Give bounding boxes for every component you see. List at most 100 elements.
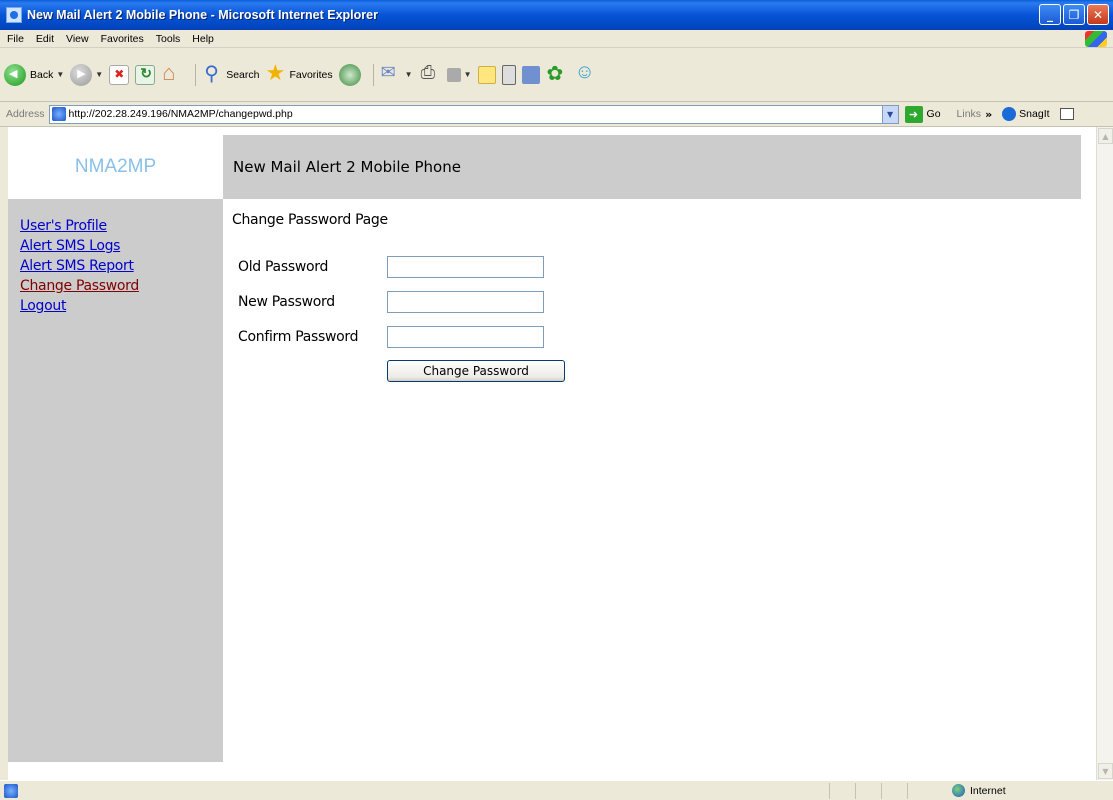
page-icon (51, 107, 66, 121)
web-page: NMA2MP New Mail Alert 2 Mobile Phone Use… (8, 130, 1081, 780)
refresh-icon (135, 64, 156, 85)
page-status-icon (4, 783, 18, 798)
snagit-icon (1002, 107, 1017, 121)
close-button[interactable]: ✕ (1087, 4, 1109, 25)
history-icon (338, 63, 361, 86)
menu-file[interactable]: File (0, 33, 29, 45)
status-panel (881, 783, 907, 799)
sticky-note-icon (477, 65, 496, 84)
new-password-input[interactable] (387, 291, 544, 313)
address-bar: Address http://202.28.249.196/NMA2MP/cha… (0, 102, 1113, 127)
phone-button[interactable] (501, 64, 516, 85)
address-dropdown-icon[interactable]: ▼ (881, 105, 898, 123)
favorites-label: Favorites (289, 68, 333, 81)
sidebar-item-alert-sms-logs[interactable]: Alert SMS Logs (20, 236, 223, 256)
forward-button[interactable]: ▼ (70, 63, 103, 86)
links-chevron-icon[interactable]: » (985, 108, 992, 121)
back-label: Back (30, 68, 54, 81)
old-password-input[interactable] (387, 256, 544, 278)
edit-page-icon (446, 67, 461, 82)
go-button[interactable]: ➜ Go (904, 105, 941, 123)
new-password-label: New Password (238, 294, 335, 310)
mobile-phone-icon (501, 64, 516, 85)
go-arrow-icon: ➜ (904, 105, 923, 123)
ie-page-icon (6, 7, 22, 23)
minimize-button[interactable]: _ (1039, 4, 1061, 25)
back-button[interactable]: Back ▼ (4, 63, 64, 86)
print-button[interactable] (419, 62, 441, 86)
window-title: New Mail Alert 2 Mobile Phone - Microsof… (27, 8, 378, 22)
mail-button[interactable]: ▼ (380, 62, 413, 86)
menu-edit[interactable]: Edit (29, 33, 59, 45)
edit-dropdown-icon[interactable]: ▼ (464, 70, 472, 79)
go-label: Go (926, 108, 941, 120)
menu-favorites[interactable]: Favorites (94, 33, 149, 45)
stop-button[interactable] (109, 64, 130, 85)
scroll-down-icon[interactable]: ▼ (1098, 763, 1113, 779)
history-button[interactable] (338, 63, 361, 86)
sidebar-item-users-profile[interactable]: User's Profile (20, 216, 223, 236)
research-icon (521, 65, 540, 84)
address-label: Address (6, 108, 45, 120)
status-bar: Internet (0, 780, 1113, 800)
mail-dropdown-icon[interactable]: ▼ (405, 70, 413, 79)
confirm-password-label: Confirm Password (238, 329, 359, 345)
status-panel (855, 783, 881, 799)
sidebar-item-alert-sms-report[interactable]: Alert SMS Report (20, 256, 223, 276)
sidebar-nav: User's Profile Alert SMS Logs Alert SMS … (8, 199, 223, 762)
menu-help[interactable]: Help (185, 33, 219, 45)
search-button[interactable]: Search (202, 61, 260, 86)
icq-button[interactable] (546, 61, 568, 86)
scroll-up-icon[interactable]: ▲ (1098, 128, 1113, 144)
search-label: Search (226, 68, 260, 81)
messenger-icon (574, 61, 596, 86)
sidebar-item-change-password[interactable]: Change Password (20, 276, 223, 296)
forward-dropdown-icon[interactable]: ▼ (95, 70, 103, 79)
maximize-button[interactable]: ❐ (1063, 4, 1085, 25)
new-password-row: New Password (238, 291, 544, 313)
window-titlebar[interactable]: New Mail Alert 2 Mobile Phone - Microsof… (0, 0, 1113, 30)
status-panels (829, 783, 933, 799)
research-button[interactable] (521, 65, 540, 84)
snagit-button[interactable]: SnagIt (1002, 107, 1050, 121)
confirm-password-input[interactable] (387, 326, 544, 348)
sidebar-item-logout[interactable]: Logout (20, 296, 223, 316)
favorites-button[interactable]: Favorites (265, 60, 333, 86)
toolbar-divider (372, 63, 374, 86)
status-panel (829, 783, 855, 799)
mail-icon (380, 62, 402, 86)
back-dropdown-icon[interactable]: ▼ (56, 70, 64, 79)
refresh-button[interactable] (135, 64, 156, 85)
window-controls: _ ❐ ✕ (1039, 4, 1109, 25)
security-zone: Internet (952, 784, 1006, 797)
vertical-scrollbar[interactable]: ▲ ▼ (1096, 127, 1113, 780)
favorites-star-icon (265, 60, 287, 86)
main-content: Change Password Page Old Password New Pa… (223, 199, 1081, 762)
address-url[interactable]: http://202.28.249.196/NMA2MP/changepwd.p… (69, 108, 293, 120)
confirm-password-row: Confirm Password (238, 326, 544, 348)
old-password-label: Old Password (238, 259, 329, 275)
home-button[interactable] (161, 60, 183, 86)
snagit-capture-icon[interactable] (1059, 108, 1074, 120)
address-input[interactable]: http://202.28.249.196/NMA2MP/changepwd.p… (48, 104, 899, 124)
site-header: New Mail Alert 2 Mobile Phone (223, 135, 1081, 199)
forward-arrow-icon (70, 63, 93, 86)
menu-bar: File Edit View Favorites Tools Help (0, 30, 1113, 48)
browser-toolbar: Back ▼ ▼ Search Favorites ▼ ▼ (0, 48, 1113, 102)
status-panel (907, 783, 933, 799)
menu-tools[interactable]: Tools (149, 33, 186, 45)
change-password-button[interactable]: Change Password (387, 360, 565, 382)
edit-button[interactable]: ▼ (446, 67, 472, 82)
site-logo: NMA2MP (8, 135, 223, 199)
messenger-button[interactable] (574, 61, 596, 86)
home-icon (161, 60, 183, 86)
search-icon (202, 61, 224, 86)
zone-label: Internet (970, 784, 1006, 797)
notes-button[interactable] (477, 65, 496, 84)
windows-logo-icon (1085, 31, 1107, 47)
snagit-label: SnagIt (1019, 108, 1050, 120)
back-arrow-icon (4, 63, 26, 86)
old-password-row: Old Password (238, 256, 544, 278)
menu-view[interactable]: View (59, 33, 94, 45)
links-label[interactable]: Links (957, 108, 982, 120)
